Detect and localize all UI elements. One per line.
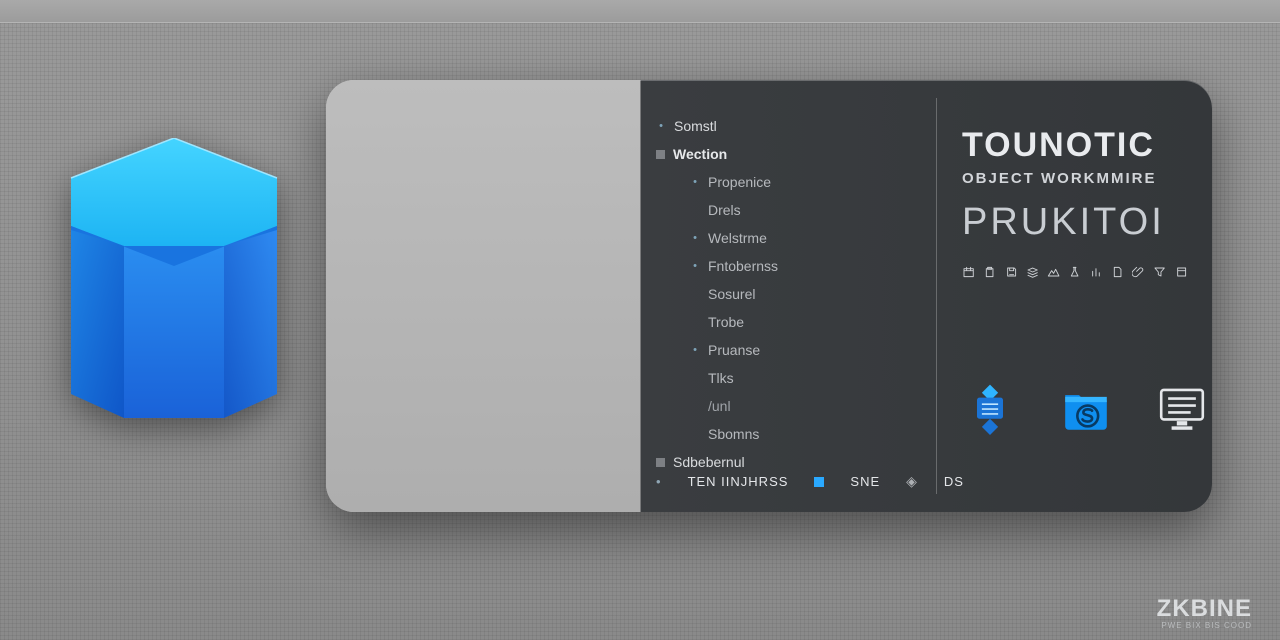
bottom-status-row: • TEN IINJHRSS SNE ◈ DS [656,473,964,490]
app-card: • Somstl Wection • Propenice Drels • Welstrme • F… [326,80,1212,512]
big-icon-row [962,378,1210,440]
corner-brand: ZKBINE PWE BIX BIS COOD [1157,595,1252,630]
corner-tagline: PWE BIX BIS COOD [1157,621,1252,630]
nav-item-3[interactable]: Drels [656,200,926,220]
bullet-dot-icon: • [690,172,700,192]
calendar-icon[interactable] [962,262,975,282]
nav-item-9[interactable]: Tlks [656,368,926,388]
nav-item-label: Welstrme [708,228,767,248]
folder-s-icon[interactable] [1058,378,1114,440]
bullet-dot-icon: • [690,340,700,360]
nav-item-8[interactable]: • Pruanse [656,340,926,360]
bottom-label-3[interactable]: DS [944,474,964,489]
bottom-dot-icon: • [656,474,662,489]
card-left-panel [326,80,640,512]
nav-item-label: Fntobernss [708,256,778,276]
nav-item-12[interactable]: Sdbebernul [656,452,926,472]
nav-item-label: Sdbebernul [673,452,745,472]
bottom-label-1[interactable]: TEN IINJHRSS [688,474,789,489]
nav-list: • Somstl Wection • Propenice Drels • Welstrme • F… [656,116,926,472]
brand-panel: TOUNOTIC OBJECT WORKMMIRE PRUKITOI [962,128,1188,282]
mountain-icon[interactable] [1047,262,1060,282]
bullet-square-icon [656,150,665,159]
brand-word: PRUKITOI [962,201,1188,244]
brand-title: TOUNOTIC [962,128,1188,164]
nav-item-label: Somstl [674,116,717,136]
brand-subtitle: OBJECT WORKMMIRE [962,170,1188,187]
nav-item-6[interactable]: Sosurel [656,284,926,304]
clip-icon[interactable] [1132,262,1145,282]
bullet-dot-icon: • [690,228,700,248]
mini-icon-row [962,262,1188,282]
nav-item-label: Propenice [708,172,771,192]
nav-item-label: Drels [708,200,741,220]
blue-square-icon [814,477,824,487]
save-icon[interactable] [1005,262,1018,282]
nav-item-label: Trobe [708,312,744,332]
nav-item-2[interactable]: • Propenice [656,172,926,192]
monitor-list-icon[interactable] [1154,378,1210,440]
diamond-icon: ◈ [906,473,918,490]
nav-item-11[interactable]: Sbomns [656,424,926,444]
flask-icon[interactable] [1068,262,1081,282]
nav-item-5[interactable]: • Fntobernss [656,256,926,276]
hex-prism-graphic [52,138,296,438]
bullet-dot-icon: • [690,256,700,276]
nav-item-4[interactable]: • Welstrme [656,228,926,248]
nav-item-7[interactable]: Trobe [656,312,926,332]
file-icon[interactable] [1111,262,1124,282]
bottom-label-2[interactable]: SNE [850,474,880,489]
filter-icon[interactable] [1153,262,1166,282]
chart-icon[interactable] [1090,262,1103,282]
nav-item-label: Wection [673,144,727,164]
nav-item-label: Sbomns [708,424,759,444]
nav-item-10[interactable]: /unl [656,396,926,416]
nav-item-label: Pruanse [708,340,760,360]
bullet-square-icon [656,458,665,467]
nav-item-label: Sosurel [708,284,755,304]
nav-item-label: /unl [708,396,731,416]
clipboard-icon[interactable] [983,262,996,282]
nav-item-0[interactable]: • Somstl [656,116,926,136]
bullet-dot-icon: • [656,116,666,136]
note-icon[interactable] [1175,262,1188,282]
stack-icon[interactable] [1026,262,1039,282]
vertical-divider [936,98,937,494]
nav-item-1[interactable]: Wection [656,144,926,164]
layers-badge-icon[interactable] [962,378,1018,440]
corner-logo: ZKBINE [1157,595,1252,623]
nav-item-label: Tlks [708,368,734,388]
